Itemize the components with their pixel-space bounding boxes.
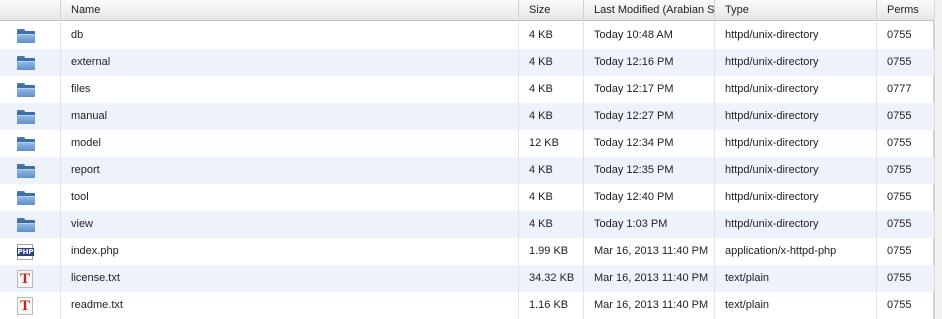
file-last-modified: Today 12:34 PM [584, 130, 715, 157]
file-last-modified: Today 12:17 PM [584, 76, 715, 103]
file-size: 4 KB [519, 184, 584, 211]
file-name: index.php [61, 238, 519, 265]
file-perms: 0755 [887, 137, 912, 149]
icon-cell [0, 76, 61, 103]
icon-cell: T [0, 292, 61, 319]
table-row[interactable]: PHP index.php 1.99 KB Mar 16, 2013 11:40 PM… [0, 238, 934, 265]
file-perms: 0755 [887, 56, 912, 68]
icon-cell: PHP [0, 238, 61, 265]
text-file-icon: T [17, 270, 36, 288]
file-type: httpd/unix-directory [715, 76, 877, 103]
file-last-modified: Mar 16, 2013 11:40 PM [584, 292, 715, 319]
icon-cell [0, 103, 61, 130]
column-header-perms[interactable]: Perms [877, 0, 934, 21]
column-header-row: Name Size Last Modified (Arabian St Type… [0, 0, 934, 21]
scrollbar-edge[interactable] [934, 0, 942, 319]
column-header-last-modified[interactable]: Last Modified (Arabian St [584, 0, 715, 21]
table-row[interactable]: view 4 KB Today 1:03 PM httpd/unix-director… [0, 211, 934, 238]
column-header-size[interactable]: Size [519, 0, 584, 21]
file-size: 34.32 KB [519, 265, 584, 292]
folder-icon [17, 135, 36, 152]
folder-icon [17, 108, 36, 125]
file-name: db [61, 22, 519, 49]
file-perms: 0755 [887, 218, 912, 230]
file-last-modified: Today 12:16 PM [584, 49, 715, 76]
file-type: httpd/unix-directory [715, 22, 877, 49]
file-type: httpd/unix-directory [715, 184, 877, 211]
file-perms: 0777 [887, 83, 912, 95]
file-last-modified: Today 12:40 PM [584, 184, 715, 211]
file-last-modified: Today 12:35 PM [584, 157, 715, 184]
file-size: 4 KB [519, 49, 584, 76]
file-name: model [61, 130, 519, 157]
folder-icon [17, 81, 36, 98]
file-perms: 0755 [887, 272, 912, 284]
file-size: 12 KB [519, 130, 584, 157]
file-size: 4 KB [519, 157, 584, 184]
column-header-type[interactable]: Type [715, 0, 877, 21]
folder-icon [17, 216, 36, 233]
file-type: httpd/unix-directory [715, 211, 877, 238]
file-type: httpd/unix-directory [715, 49, 877, 76]
file-size: 1.16 KB [519, 292, 584, 319]
file-type: httpd/unix-directory [715, 157, 877, 184]
folder-icon [17, 189, 36, 206]
icon-cell [0, 49, 61, 76]
file-type: text/plain [715, 292, 877, 319]
file-name: license.txt [61, 265, 519, 292]
file-perms: 0755 [887, 29, 912, 41]
file-name: view [61, 211, 519, 238]
file-perms: 0755 [887, 245, 912, 257]
file-last-modified: Today 1:03 PM [584, 211, 715, 238]
table-row[interactable]: manual 4 KB Today 12:27 PM httpd/unix-direc… [0, 103, 934, 130]
icon-cell [0, 157, 61, 184]
folder-icon [17, 27, 36, 44]
folder-icon [17, 162, 36, 179]
icon-cell [0, 211, 61, 238]
table-row[interactable]: Treadme.txt 1.16 KB Mar 16, 2013 11:40 PM t… [0, 292, 934, 319]
file-name: manual [61, 103, 519, 130]
table-row[interactable]: files 4 KB Today 12:17 PM httpd/unix-direct… [0, 76, 934, 103]
table-row[interactable]: Tlicense.txt 34.32 KB Mar 16, 2013 11:40 P… [0, 265, 934, 292]
file-name: files [61, 76, 519, 103]
file-size: 4 KB [519, 211, 584, 238]
column-header-icon [0, 0, 61, 21]
table-row[interactable]: report 4 KB Today 12:35 PM httpd/unix-direc… [0, 157, 934, 184]
file-name: readme.txt [61, 292, 519, 319]
file-type: application/x-httpd-php [715, 238, 877, 265]
folder-icon [17, 54, 36, 71]
file-list-grid: Name Size Last Modified (Arabian St Type… [0, 0, 934, 319]
file-perms: 0755 [887, 191, 912, 203]
file-last-modified: Today 12:27 PM [584, 103, 715, 130]
table-row[interactable]: external 4 KB Today 12:16 PM httpd/unix-dir… [0, 49, 934, 76]
icon-cell: T [0, 265, 61, 292]
file-name: tool [61, 184, 519, 211]
file-type: httpd/unix-directory [715, 130, 877, 157]
file-name: report [61, 157, 519, 184]
file-last-modified: Today 10:48 AM [584, 22, 715, 49]
file-name: external [61, 49, 519, 76]
table-row[interactable]: tool 4 KB Today 12:40 PM httpd/unix-directo… [0, 184, 934, 211]
table-row[interactable]: model 12 KB Today 12:34 PM httpd/unix-direc… [0, 130, 934, 157]
file-perms: 0755 [887, 299, 912, 311]
file-type: httpd/unix-directory [715, 103, 877, 130]
table-row[interactable]: db 4 KB Today 10:48 AM httpd/unix-directory… [0, 22, 934, 49]
file-type: text/plain [715, 265, 877, 292]
column-header-name[interactable]: Name [61, 0, 519, 21]
file-size: 1.99 KB [519, 238, 584, 265]
file-size: 4 KB [519, 76, 584, 103]
file-perms: 0755 [887, 164, 912, 176]
php-file-icon: PHP [17, 243, 36, 260]
file-last-modified: Mar 16, 2013 11:40 PM [584, 265, 715, 292]
icon-cell [0, 184, 61, 211]
file-last-modified: Mar 16, 2013 11:40 PM [584, 238, 715, 265]
icon-cell [0, 22, 61, 49]
file-perms: 0755 [887, 110, 912, 122]
icon-cell [0, 130, 61, 157]
text-file-icon: T [17, 297, 36, 315]
file-size: 4 KB [519, 22, 584, 49]
file-size: 4 KB [519, 103, 584, 130]
